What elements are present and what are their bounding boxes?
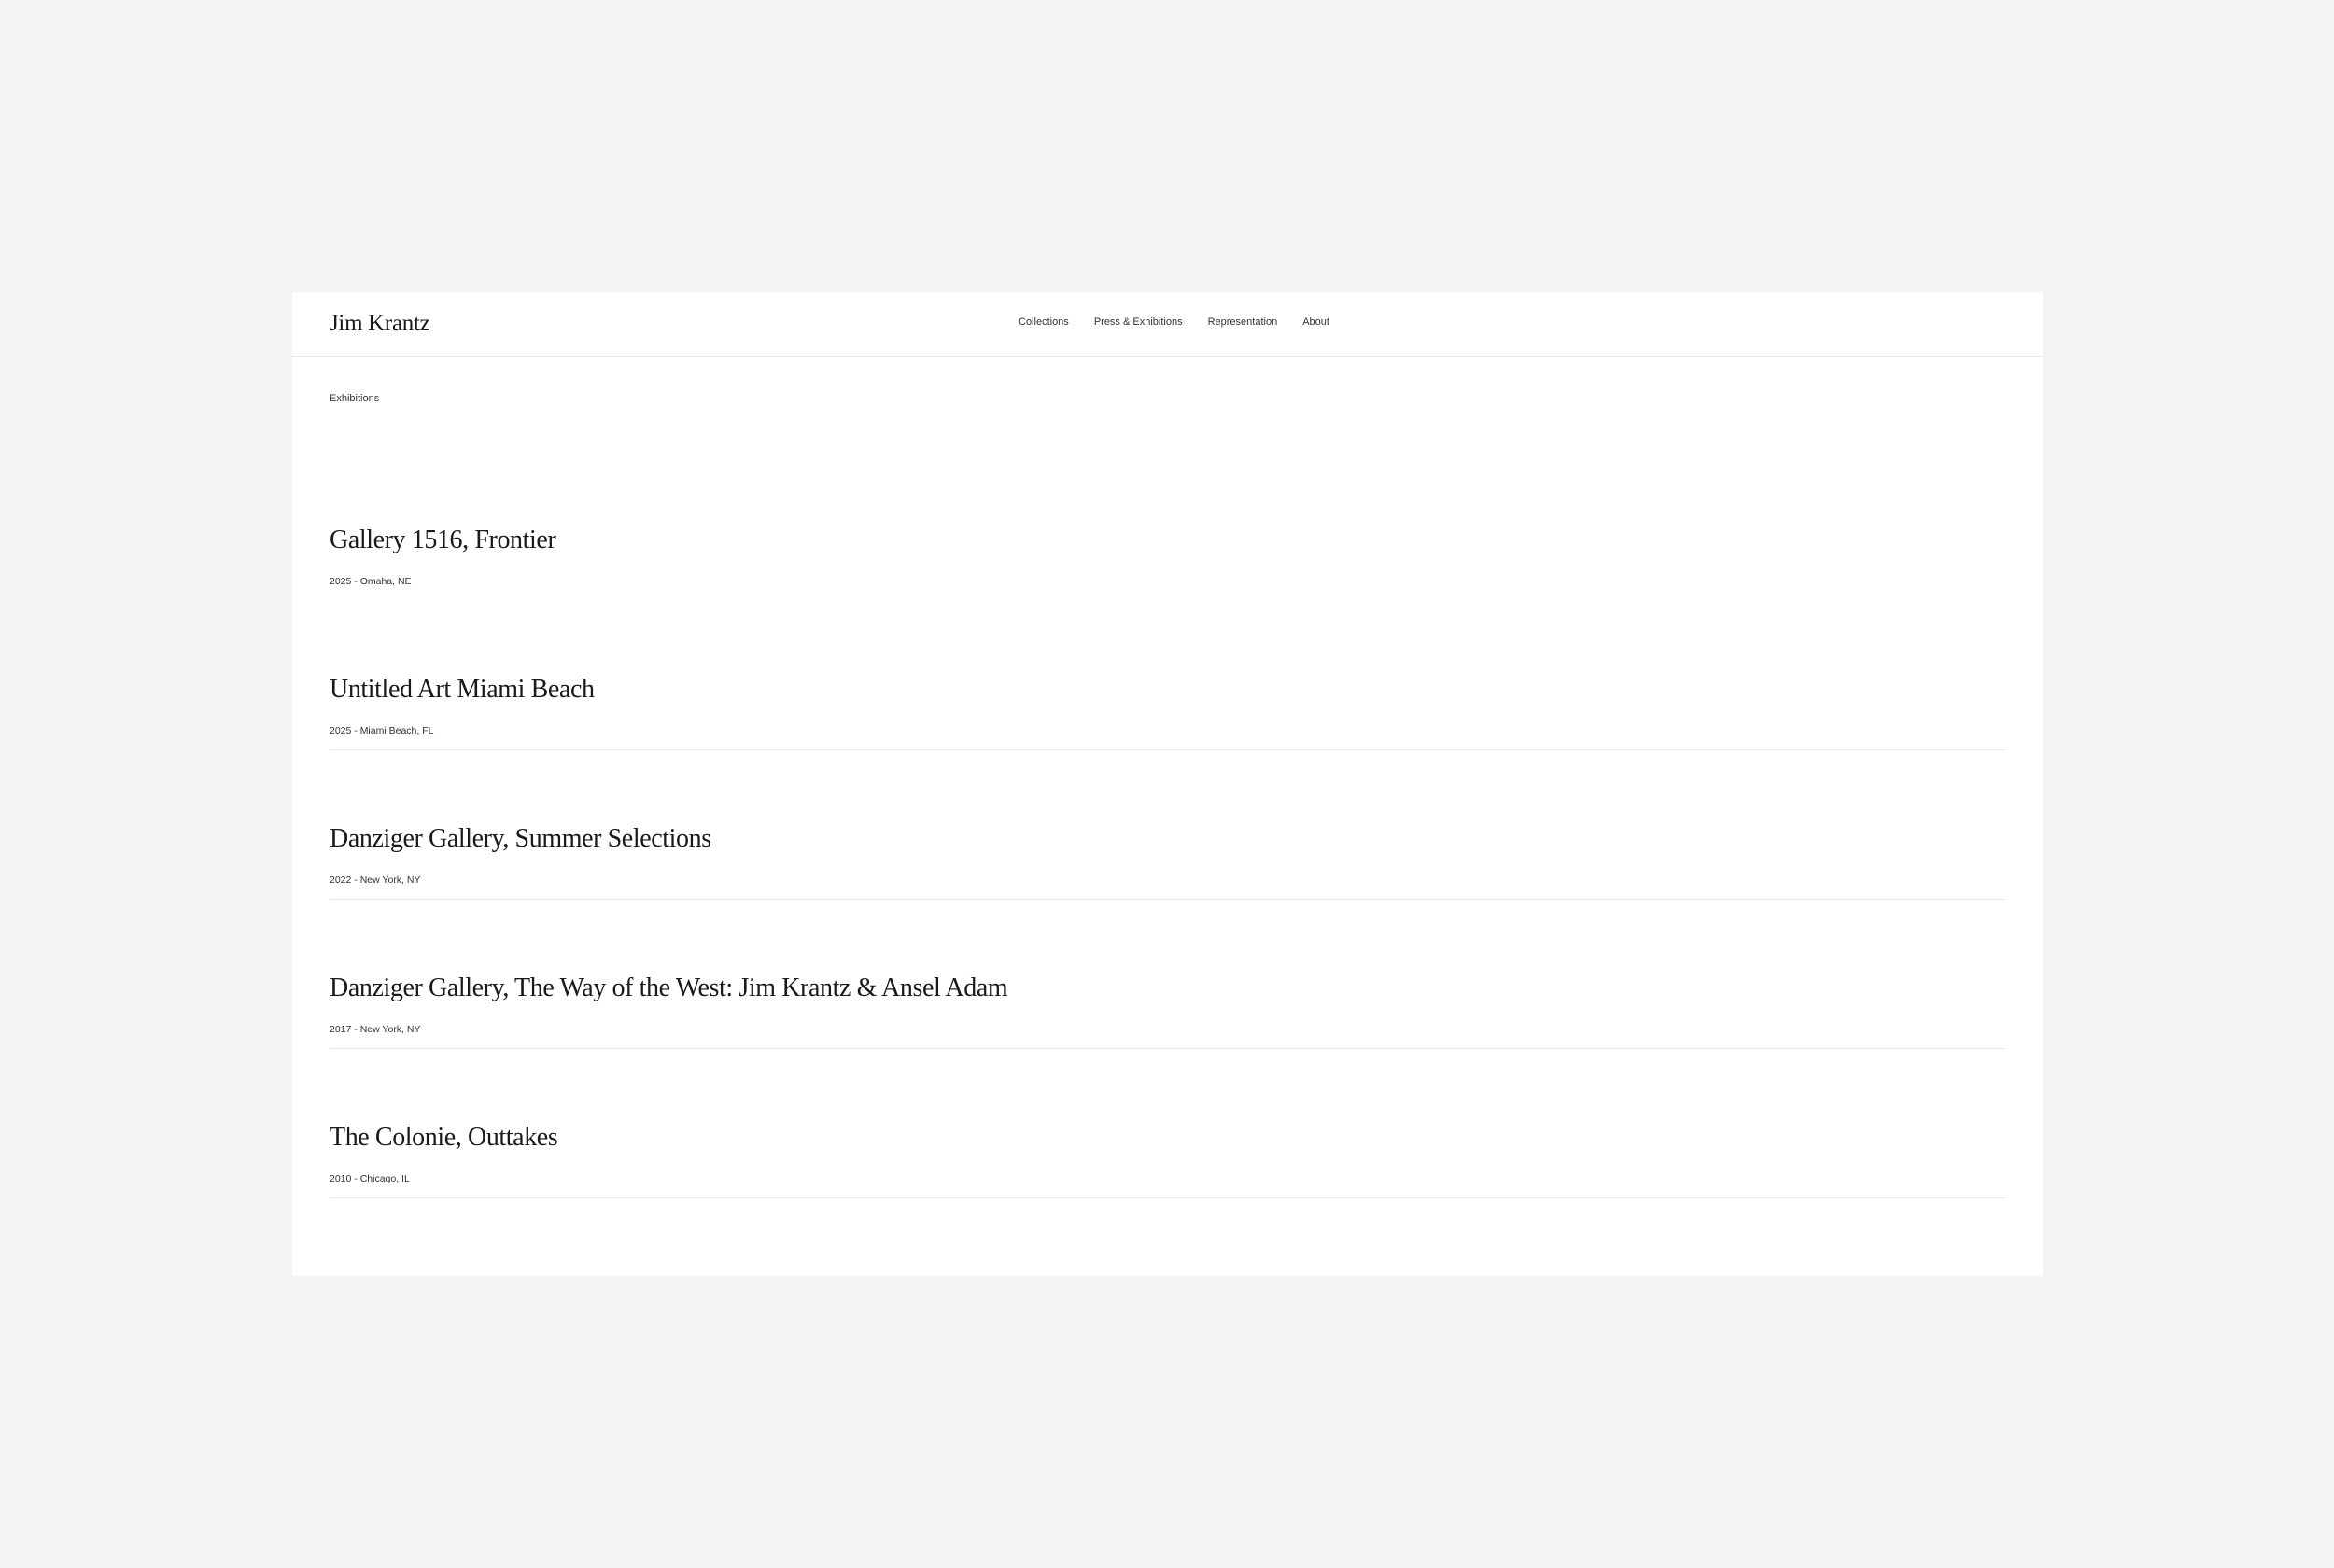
exhibition-item[interactable]: Gallery 1516, Frontier 2025 - Omaha, NE (330, 525, 2005, 647)
exhibition-meta: 2022 - New York, NY (330, 875, 421, 886)
site-logo[interactable]: Jim Krantz (330, 311, 430, 337)
section-label: Exhibitions (330, 393, 380, 404)
exhibition-item[interactable]: The Colonie, Outtakes 2010 - Chicago, IL (330, 1123, 2005, 1244)
exhibition-meta: 2010 - Chicago, IL (330, 1173, 410, 1184)
site-header: Jim Krantz Collections Press & Exhibitio… (292, 292, 2043, 357)
exhibition-title: Danziger Gallery, Summer Selections (330, 824, 711, 853)
nav-item-press-exhibitions[interactable]: Press & Exhibitions (1094, 316, 1183, 328)
nav-item-about[interactable]: About (1302, 316, 1329, 328)
nav-item-representation[interactable]: Representation (1208, 316, 1278, 328)
nav-item-collections[interactable]: Collections (1019, 316, 1069, 328)
exhibition-item[interactable]: Untitled Art Miami Beach 2025 - Miami Be… (330, 675, 2005, 796)
exhibition-title: Untitled Art Miami Beach (330, 675, 595, 704)
exhibition-title: Gallery 1516, Frontier (330, 525, 556, 554)
page-card: Jim Krantz Collections Press & Exhibitio… (292, 292, 2043, 1276)
exhibition-title: Danziger Gallery, The Way of the West: J… (330, 973, 1008, 1002)
exhibition-item[interactable]: Danziger Gallery, The Way of the West: J… (330, 973, 2005, 1095)
exhibition-meta: 2025 - Omaha, NE (330, 576, 412, 587)
exhibition-meta: 2017 - New York, NY (330, 1024, 421, 1035)
main-nav: Collections Press & Exhibitions Represen… (1019, 316, 1329, 328)
exhibition-title: The Colonie, Outtakes (330, 1123, 558, 1152)
exhibition-item[interactable]: Danziger Gallery, Summer Selections 2022… (330, 824, 2005, 945)
exhibition-meta: 2025 - Miami Beach, FL (330, 725, 434, 736)
